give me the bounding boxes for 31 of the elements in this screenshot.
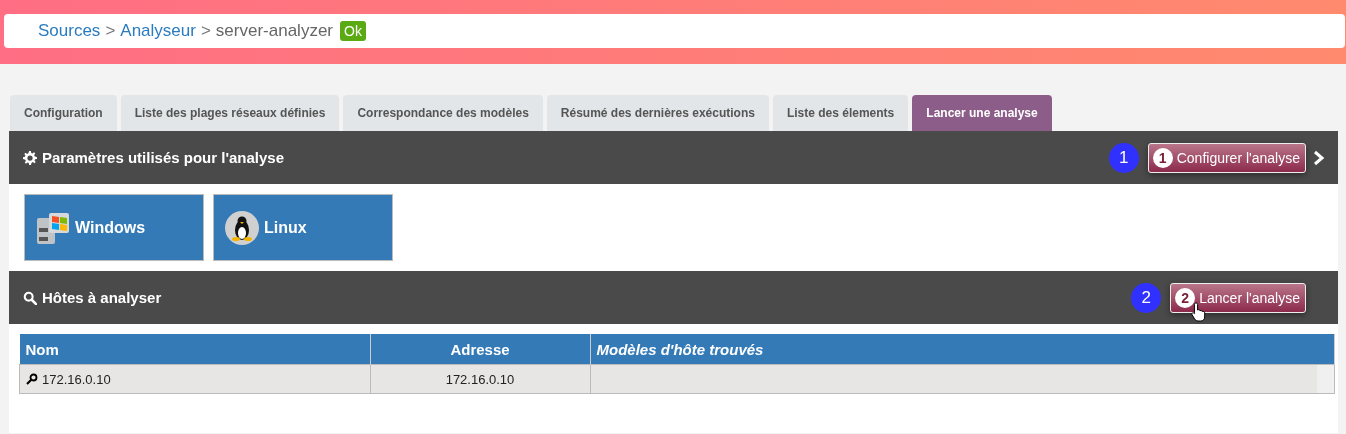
tab[interactable]: Résumé des dernières exécutions <box>546 95 769 131</box>
os-button[interactable]: Linux <box>213 194 393 261</box>
status-badge: Ok <box>340 21 366 41</box>
breadcrumb-current: server-analyzer <box>215 21 333 41</box>
column-header: Adresse <box>370 334 590 365</box>
breadcrumb-separator: > <box>200 21 211 41</box>
search-icon <box>26 373 38 385</box>
column-header: Modèles d'hôte trouvés <box>590 334 1335 365</box>
host-name: 172.16.0.10 <box>42 371 111 387</box>
step-badge: 2 <box>1131 282 1162 313</box>
breadcrumb-separator: > <box>105 21 116 41</box>
tab[interactable]: Configuration <box>10 95 117 131</box>
hand-cursor-icon <box>1191 301 1208 322</box>
settings-icon <box>23 150 37 165</box>
breadcrumb-link[interactable]: Analyseur <box>120 21 196 41</box>
tab[interactable]: Liste des élements <box>772 95 909 131</box>
tab[interactable]: Correspondance des modèles <box>343 95 543 131</box>
tab[interactable]: Liste des plages réseaux définies <box>120 95 340 131</box>
table-cell: 172.16.0.10 <box>370 364 590 394</box>
step-badge: 1 <box>1108 142 1139 173</box>
search-icon <box>23 290 37 305</box>
scrollbar[interactable] <box>1317 365 1334 393</box>
penguin-icon <box>224 209 260 246</box>
column-header: Nom <box>19 334 370 365</box>
action-button[interactable]: 1 Configurer l'analyse <box>1147 142 1306 173</box>
section-title: Hôtes à analyser <box>42 289 162 306</box>
os-button[interactable]: Windows <box>24 194 204 261</box>
breadcrumb-link[interactable]: Sources <box>38 21 101 41</box>
tab[interactable]: Lancer une analyse <box>912 95 1052 131</box>
section-title: Paramètres utilisés pour l'analyse <box>42 149 284 166</box>
chevron-right-icon[interactable] <box>1312 149 1326 166</box>
